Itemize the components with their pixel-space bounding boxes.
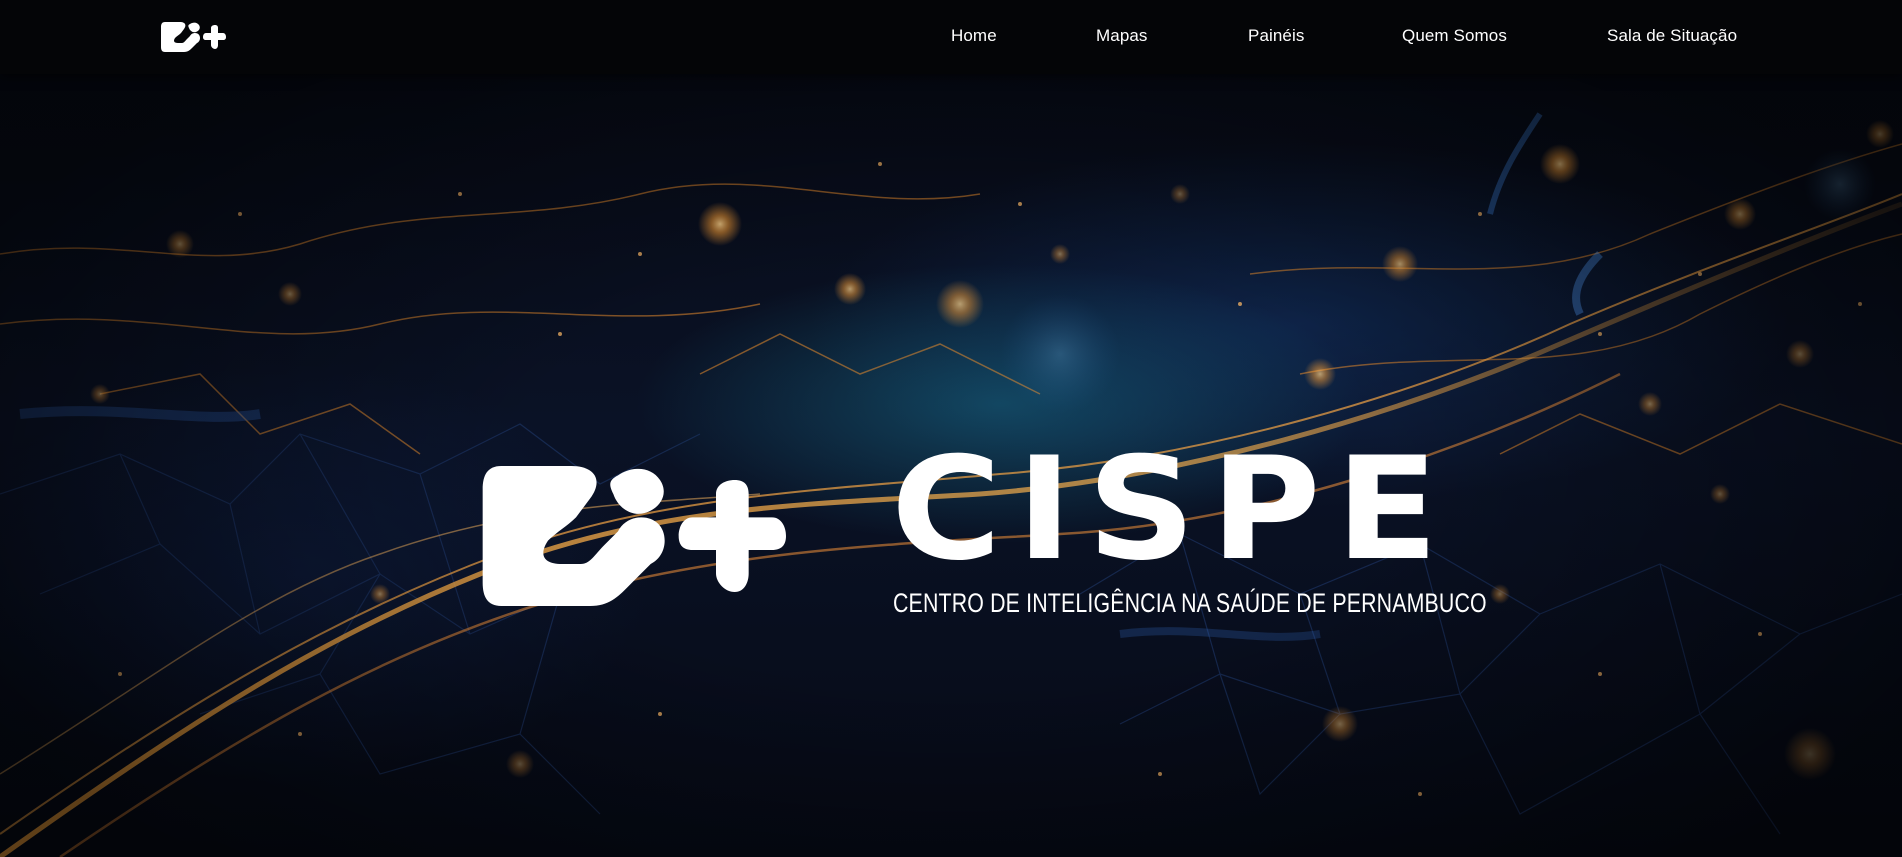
navbar: Home Mapas Painéis Quem Somos Sala de Si… <box>0 0 1902 74</box>
nav-link-home[interactable]: Home <box>951 25 997 47</box>
page: Home Mapas Painéis Quem Somos Sala de Si… <box>0 0 1902 857</box>
cispe-logo-icon <box>482 466 786 606</box>
nav-link-paineis[interactable]: Painéis <box>1248 25 1304 47</box>
nav-link-quem-somos[interactable]: Quem Somos <box>1402 25 1507 47</box>
nav-link-sala-de-situacao[interactable]: Sala de Situação <box>1607 25 1737 47</box>
brand-subtitle: CENTRO DE INTELIGÊNCIA NA SAÚDE DE PERNA… <box>893 588 1487 618</box>
nav-link-mapas[interactable]: Mapas <box>1096 25 1148 47</box>
main-nav: Home Mapas Painéis Quem Somos Sala de Si… <box>0 0 1902 74</box>
hero-brand: CISPE CENTRO DE INTELIGÊNCIA NA SAÚDE DE… <box>478 430 1487 630</box>
brand-title: CISPE <box>891 427 1454 592</box>
